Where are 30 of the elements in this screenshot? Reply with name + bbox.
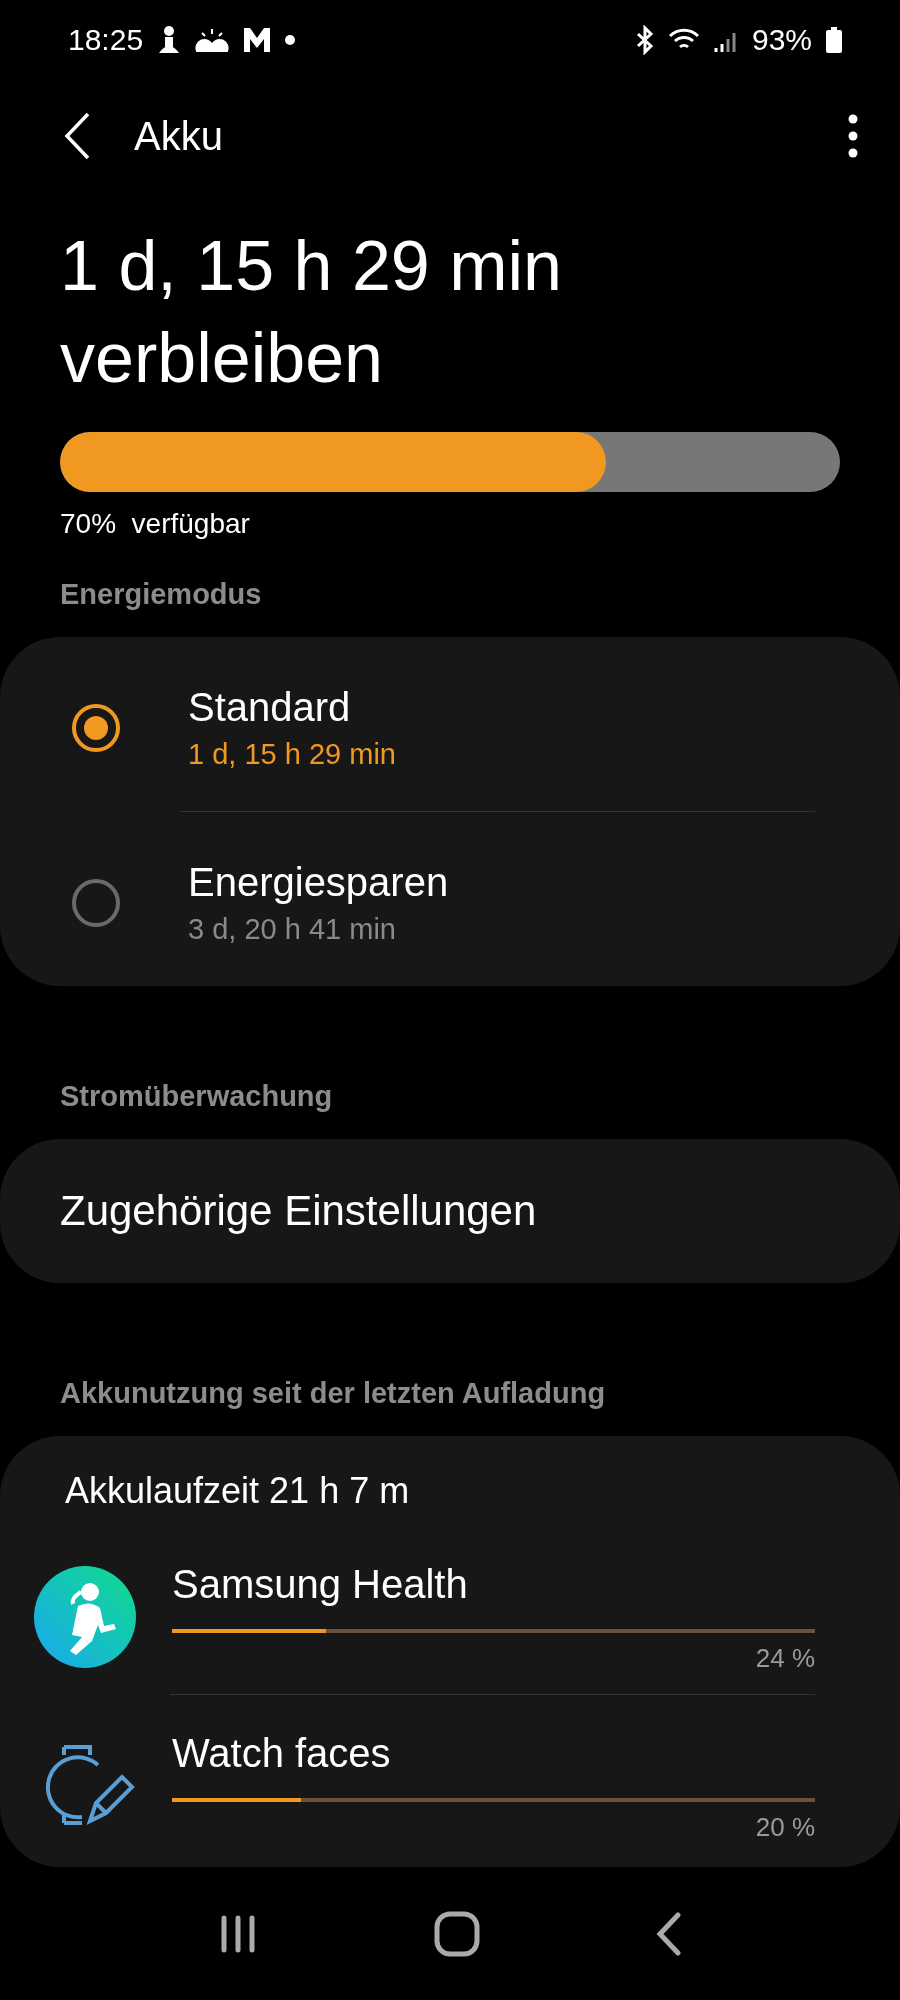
- sunrise-icon: [195, 27, 230, 53]
- app-usage-row[interactable]: Watch faces 20 %: [0, 1695, 900, 1863]
- available-percent: 70% verfügbar: [60, 508, 251, 540]
- person-icon: [157, 25, 182, 55]
- remaining-time: 1 d, 15 h 29 min verbleiben: [60, 226, 563, 399]
- mode-time: 1 d, 15 h 29 min: [188, 738, 396, 771]
- page-title: Akku: [134, 113, 223, 159]
- usage-percent: 24 %: [755, 1643, 815, 1674]
- mode-label: Energiesparen: [188, 860, 449, 905]
- battery-icon: [826, 27, 842, 53]
- app-name: Watch faces: [172, 1731, 392, 1776]
- bluetooth-icon: [635, 25, 654, 55]
- mode-time: 3 d, 20 h 41 min: [188, 913, 397, 946]
- settings-link[interactable]: Zugehörige Einstellungen: [0, 1139, 900, 1283]
- mail-icon: [243, 27, 272, 53]
- app-name: Samsung Health: [172, 1562, 469, 1607]
- section-heading: Energiemodus: [60, 578, 263, 611]
- app-usage-row[interactable]: Samsung Health 24 %: [0, 1526, 900, 1694]
- dot-icon: [285, 35, 296, 45]
- status-time: 18:25: [68, 23, 144, 57]
- usage-percent: 20 %: [755, 1812, 815, 1843]
- mode-label: Standard: [188, 685, 352, 730]
- battery-percent: 93%: [751, 23, 812, 57]
- radio-button[interactable]: [72, 704, 120, 752]
- radio-button[interactable]: [72, 879, 120, 927]
- section-heading: Stromüberwachung: [60, 1080, 334, 1113]
- section-heading: Akkunutzung seit der letzten Aufladung: [60, 1377, 607, 1410]
- uptime-text: Akkulaufzeit 21 h 7 m: [64, 1469, 411, 1513]
- more-options-icon[interactable]: [848, 114, 858, 158]
- runner-app-icon: [34, 1566, 136, 1668]
